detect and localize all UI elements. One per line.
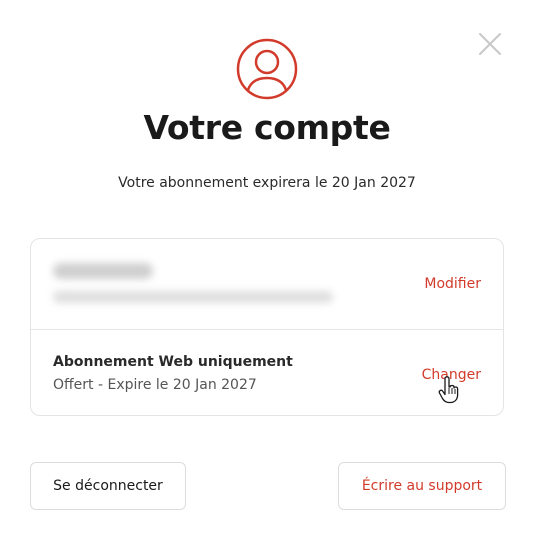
page-title: Votre compte (143, 108, 391, 147)
blurred-account-email (53, 291, 333, 303)
hand-pointer-icon (438, 376, 460, 404)
account-info-row: Modifier (31, 239, 503, 330)
blurred-account-name (53, 263, 153, 279)
subscription-row: Abonnement Web uniquement Offert - Expir… (31, 329, 503, 417)
contact-support-button[interactable]: Écrire au support (338, 462, 506, 510)
plan-detail: Offert - Expire le 20 Jan 2027 (53, 377, 257, 393)
logout-button[interactable]: Se déconnecter (30, 462, 186, 510)
account-card: Modifier Abonnement Web uniquement Offer… (30, 238, 504, 416)
close-icon[interactable] (476, 30, 504, 58)
plan-name: Abonnement Web uniquement (53, 354, 293, 370)
user-avatar-icon (236, 38, 298, 100)
subscription-expiry-text: Votre abonnement expirera le 20 Jan 2027 (118, 175, 416, 191)
edit-account-link[interactable]: Modifier (424, 276, 481, 292)
